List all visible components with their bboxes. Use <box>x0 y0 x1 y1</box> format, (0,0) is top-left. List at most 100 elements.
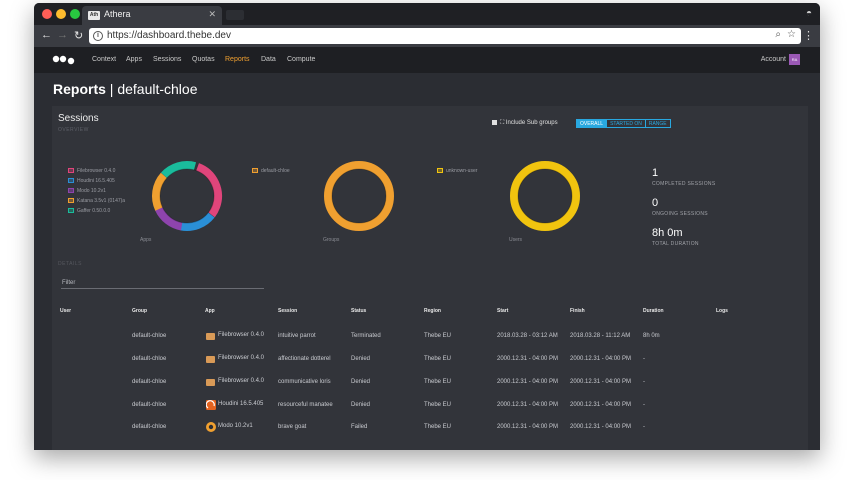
tab-title: Athera <box>104 9 131 19</box>
folder-icon <box>206 356 215 363</box>
nav-compute[interactable]: Compute <box>287 56 315 63</box>
account-link[interactable]: Account <box>761 56 786 63</box>
col-header-start[interactable]: Start <box>497 308 508 314</box>
page-title-group: default-chloe <box>117 81 198 97</box>
site-info-icon[interactable]: i <box>93 31 103 41</box>
apps-slice-houdini <box>152 161 222 231</box>
nav-apps[interactable]: Apps <box>126 56 142 63</box>
browser-menu-icon[interactable]: ⋮ <box>803 29 814 42</box>
nav-data[interactable]: Data <box>261 56 276 63</box>
total-duration-value: 8h 0m <box>652 227 683 239</box>
cell-finish: 2000.12.31 - 04:00 PM <box>570 379 632 385</box>
nav-context[interactable]: Context <box>92 56 116 63</box>
col-header-group[interactable]: Group <box>132 308 147 314</box>
legend-swatch <box>68 178 74 184</box>
avatar[interactable]: RA <box>789 54 800 65</box>
close-window-button[interactable] <box>42 9 52 19</box>
cell-group: default-chloe <box>132 356 167 362</box>
groups-donut-inner-ring <box>331 168 387 224</box>
cell-group: default-chloe <box>132 424 167 430</box>
sessions-panel: Sessions OVERVIEW ⛶ Include Sub groups O… <box>52 106 808 450</box>
apps-slice-modo <box>152 161 222 231</box>
browser-tab[interactable]: Ath Athera ✕ <box>82 6 222 25</box>
page-title: Reports | default-chloe <box>53 81 198 97</box>
cell-region: Thebe EU <box>424 402 452 408</box>
forward-arrow-icon[interactable]: → <box>57 29 68 41</box>
cell-duration: - <box>643 402 645 408</box>
minimize-window-button[interactable] <box>56 9 66 19</box>
search-icon[interactable]: ⌕ <box>775 29 781 40</box>
overview-label: OVERVIEW <box>58 127 89 133</box>
incognito-icon: ◓ <box>805 8 812 19</box>
range-selector: OVERALL STARTED ON RANGE <box>576 119 671 128</box>
apps-slice-filebrowser <box>152 161 222 231</box>
cell-session: communicative loris <box>278 379 331 385</box>
legend-item-filebrowser: Filebrowser 0.4.0 <box>68 168 115 174</box>
cell-duration: - <box>643 356 645 362</box>
filter-input[interactable]: Filter <box>61 275 264 289</box>
title-bar: Ath Athera ✕ ◓ <box>34 3 820 25</box>
col-header-duration[interactable]: Duration <box>643 308 664 314</box>
athera-logo-icon[interactable] <box>52 55 76 65</box>
legend-item-katana: Katana 3.5v1 (0147)a <box>68 198 125 204</box>
cell-session: brave goat <box>278 424 307 430</box>
cell-region: Thebe EU <box>424 379 452 385</box>
address-bar[interactable]: i https://dashboard.thebe.dev ⌕ ☆ <box>89 28 801 44</box>
reload-icon[interactable]: ↻ <box>74 29 83 42</box>
col-header-app[interactable]: App <box>205 308 215 314</box>
col-header-status[interactable]: Status <box>351 308 366 314</box>
col-header-region[interactable]: Region <box>424 308 441 314</box>
url-text[interactable]: https://dashboard.thebe.dev <box>107 30 231 41</box>
apps-donut-inner-ring <box>159 168 215 224</box>
legend-item-default-chloe: default-chloe <box>252 168 290 174</box>
checkbox-icon[interactable] <box>492 120 497 125</box>
groups-donut-chart <box>324 161 394 231</box>
back-arrow-icon[interactable]: ← <box>41 29 52 41</box>
new-tab-button[interactable] <box>226 10 244 20</box>
cell-start: 2000.12.31 - 04:00 PM <box>497 402 559 408</box>
nav-sessions[interactable]: Sessions <box>153 56 181 63</box>
legend-item-modo: Modo 10.2v1 <box>68 188 106 194</box>
folder-icon <box>206 379 215 386</box>
legend-swatch <box>252 168 258 174</box>
bookmark-star-icon[interactable]: ☆ <box>787 29 796 40</box>
completed-sessions-value: 1 <box>652 167 659 179</box>
users-caption: Users <box>509 237 523 243</box>
cell-status: Denied <box>351 379 371 385</box>
cell-app: Filebrowser 0.4.0 <box>218 378 265 384</box>
nav-reports[interactable]: Reports <box>225 56 250 63</box>
cell-finish: 2018.03.28 - 11:12 AM <box>570 333 631 339</box>
users-slice-unknown-user <box>510 161 580 231</box>
tab-close-icon[interactable]: ✕ <box>208 9 216 20</box>
cell-region: Thebe EU <box>424 333 452 339</box>
col-header-user[interactable]: User <box>60 308 71 314</box>
legend-label: Modo 10.2v1 <box>77 188 106 194</box>
page-title-separator: | <box>105 81 118 97</box>
athera-favicon-icon: Ath <box>88 11 100 20</box>
cell-finish: 2000.12.31 - 04:00 PM <box>570 356 632 362</box>
legend-swatch <box>437 168 443 174</box>
cell-group: default-chloe <box>132 333 167 339</box>
apps-slice-gaffer <box>152 161 222 231</box>
cell-finish: 2000.12.31 - 04:00 PM <box>570 424 632 430</box>
apps-slice-katana <box>152 161 222 231</box>
maximize-window-button[interactable] <box>70 9 80 19</box>
nav-quotas[interactable]: Quotas <box>192 56 215 63</box>
col-header-logs[interactable]: Logs <box>716 308 728 314</box>
legend-label: Houdini 16.5.405 <box>77 178 115 184</box>
apps-caption: Apps <box>140 237 152 243</box>
col-header-session[interactable]: Session <box>278 308 297 314</box>
range-started-on-button[interactable]: STARTED ON <box>606 120 645 127</box>
details-label: DETAILS <box>58 261 82 267</box>
filter-placeholder: Filter <box>62 280 76 286</box>
completed-sessions-label: COMPLETED SESSIONS <box>652 181 716 187</box>
cell-finish: 2000.12.31 - 04:00 PM <box>570 402 632 408</box>
include-subgroups-toggle[interactable]: ⛶ Include Sub groups <box>492 120 558 127</box>
range-overall-button[interactable]: OVERALL <box>577 120 607 127</box>
range-range-button[interactable]: RANGE <box>644 120 670 127</box>
page-title-bold: Reports <box>53 81 106 97</box>
legend-item-gaffer: Gaffer 0.50.0.0 <box>68 208 110 214</box>
legend-swatch <box>68 208 74 214</box>
cell-session: intuitive parrot <box>278 333 316 339</box>
col-header-finish[interactable]: Finish <box>570 308 585 314</box>
